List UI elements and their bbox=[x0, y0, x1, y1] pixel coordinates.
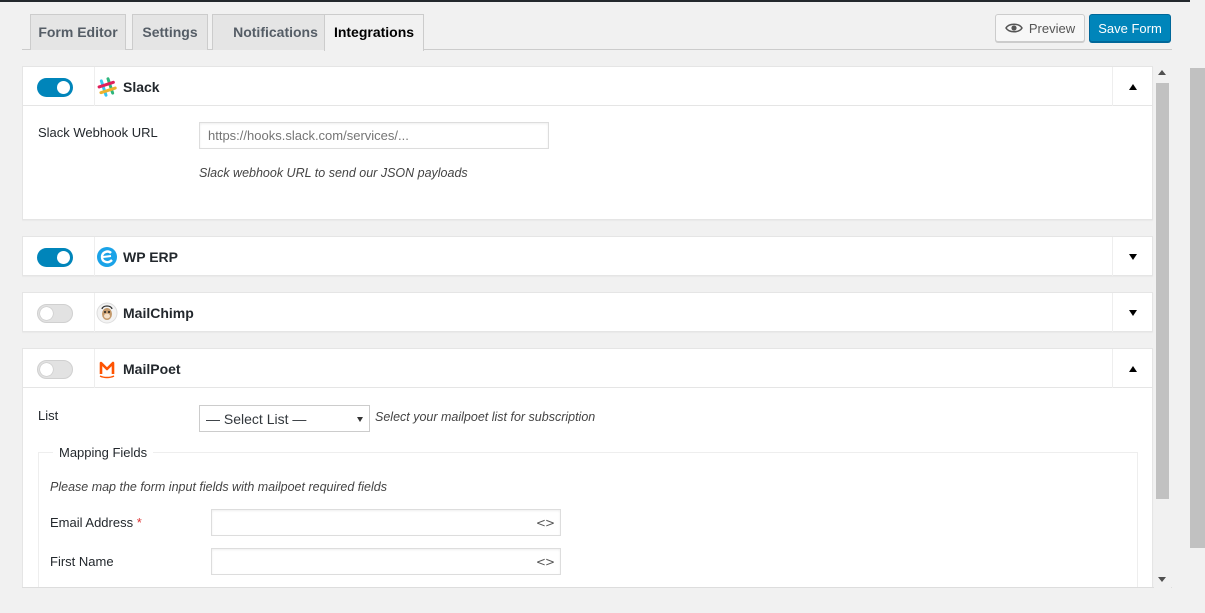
email-address-label: Email Address * bbox=[50, 515, 142, 530]
scroll-thumb[interactable] bbox=[1156, 83, 1169, 499]
integrations-list: Slack Slack Webhook URL Slack webhook UR… bbox=[22, 66, 1172, 588]
mailchimp-logo-icon bbox=[96, 302, 118, 324]
panel-title: Slack bbox=[123, 79, 160, 95]
tab-form-editor[interactable]: Form Editor bbox=[30, 14, 126, 50]
panel-header: MailPoet bbox=[23, 349, 1152, 388]
toggle-cell bbox=[23, 237, 95, 276]
toggle-cell bbox=[23, 293, 95, 332]
panel-header: MailChimp bbox=[23, 293, 1152, 332]
mailpoet-list-label: List bbox=[38, 408, 59, 423]
caret-down-icon bbox=[1128, 309, 1137, 316]
integration-panel-slack: Slack Slack Webhook URL Slack webhook UR… bbox=[22, 66, 1153, 220]
collapse-button[interactable] bbox=[1112, 67, 1152, 106]
mailpoet-logo-icon bbox=[97, 359, 117, 379]
email-address-field[interactable]: <> bbox=[211, 509, 561, 536]
slack-logo-icon bbox=[97, 77, 117, 97]
caret-up-icon bbox=[1128, 83, 1137, 90]
merge-tags-icon[interactable]: <> bbox=[536, 555, 555, 569]
mapping-fields-fieldset: Mapping Fields Please map the form input… bbox=[38, 445, 1138, 588]
caret-up-icon bbox=[1128, 365, 1137, 372]
slack-webhook-label: Slack Webhook URL bbox=[38, 125, 158, 140]
integration-panel-mailpoet: MailPoet List — Select List — Select you… bbox=[22, 348, 1153, 588]
scroll-down-icon[interactable] bbox=[1158, 577, 1166, 582]
select-value: — Select List — bbox=[206, 411, 307, 427]
expand-button[interactable] bbox=[1112, 237, 1152, 276]
scroll-up-icon[interactable] bbox=[1158, 70, 1166, 75]
last-name-field[interactable] bbox=[211, 587, 561, 588]
toggle-cell bbox=[23, 67, 95, 106]
preview-button[interactable]: Preview bbox=[995, 14, 1085, 42]
slack-webhook-help: Slack webhook URL to send our JSON paylo… bbox=[199, 166, 468, 180]
tab-integrations[interactable]: Integrations bbox=[324, 14, 424, 51]
page-scrollbar-thumb[interactable] bbox=[1190, 68, 1205, 548]
slack-enable-toggle[interactable] bbox=[37, 78, 73, 97]
wperp-enable-toggle[interactable] bbox=[37, 248, 73, 267]
panel-title: MailChimp bbox=[123, 305, 194, 321]
merge-tags-icon[interactable]: <> bbox=[536, 516, 555, 530]
integration-panel-wperp: WP ERP bbox=[22, 236, 1153, 276]
eye-icon bbox=[1004, 23, 1023, 33]
mailpoet-list-select[interactable]: — Select List — bbox=[199, 405, 370, 432]
preview-label: Preview bbox=[1028, 20, 1076, 36]
select-caret-icon bbox=[357, 417, 363, 422]
save-form-button[interactable]: Save Form bbox=[1089, 14, 1171, 42]
mapping-fields-legend: Mapping Fields bbox=[53, 445, 154, 460]
required-marker: * bbox=[136, 515, 142, 530]
panel-title: MailPoet bbox=[123, 361, 181, 377]
expand-button[interactable] bbox=[1112, 293, 1152, 332]
caret-down-icon bbox=[1128, 253, 1137, 260]
panel-title: WP ERP bbox=[123, 249, 178, 265]
integration-panel-mailchimp: MailChimp bbox=[22, 292, 1153, 332]
first-name-label: First Name bbox=[50, 554, 114, 569]
mailpoet-list-help: Select your mailpoet list for subscripti… bbox=[375, 410, 596, 424]
mapping-help: Please map the form input fields with ma… bbox=[50, 480, 387, 494]
mailchimp-enable-toggle[interactable] bbox=[37, 304, 73, 323]
collapse-button[interactable] bbox=[1112, 349, 1152, 388]
wperp-logo-icon bbox=[97, 247, 117, 267]
panel-header: Slack bbox=[23, 67, 1152, 106]
tab-notifications[interactable]: Notifications bbox=[212, 14, 339, 50]
panel-header: WP ERP bbox=[23, 237, 1152, 276]
tab-settings[interactable]: Settings bbox=[132, 14, 208, 50]
first-name-field[interactable]: <> bbox=[211, 548, 561, 575]
toggle-cell bbox=[23, 349, 95, 388]
slack-webhook-input[interactable] bbox=[199, 122, 549, 149]
inner-scrollbar[interactable] bbox=[1154, 66, 1171, 588]
mailpoet-enable-toggle[interactable] bbox=[37, 360, 73, 379]
admin-bar-edge bbox=[0, 0, 1190, 2]
